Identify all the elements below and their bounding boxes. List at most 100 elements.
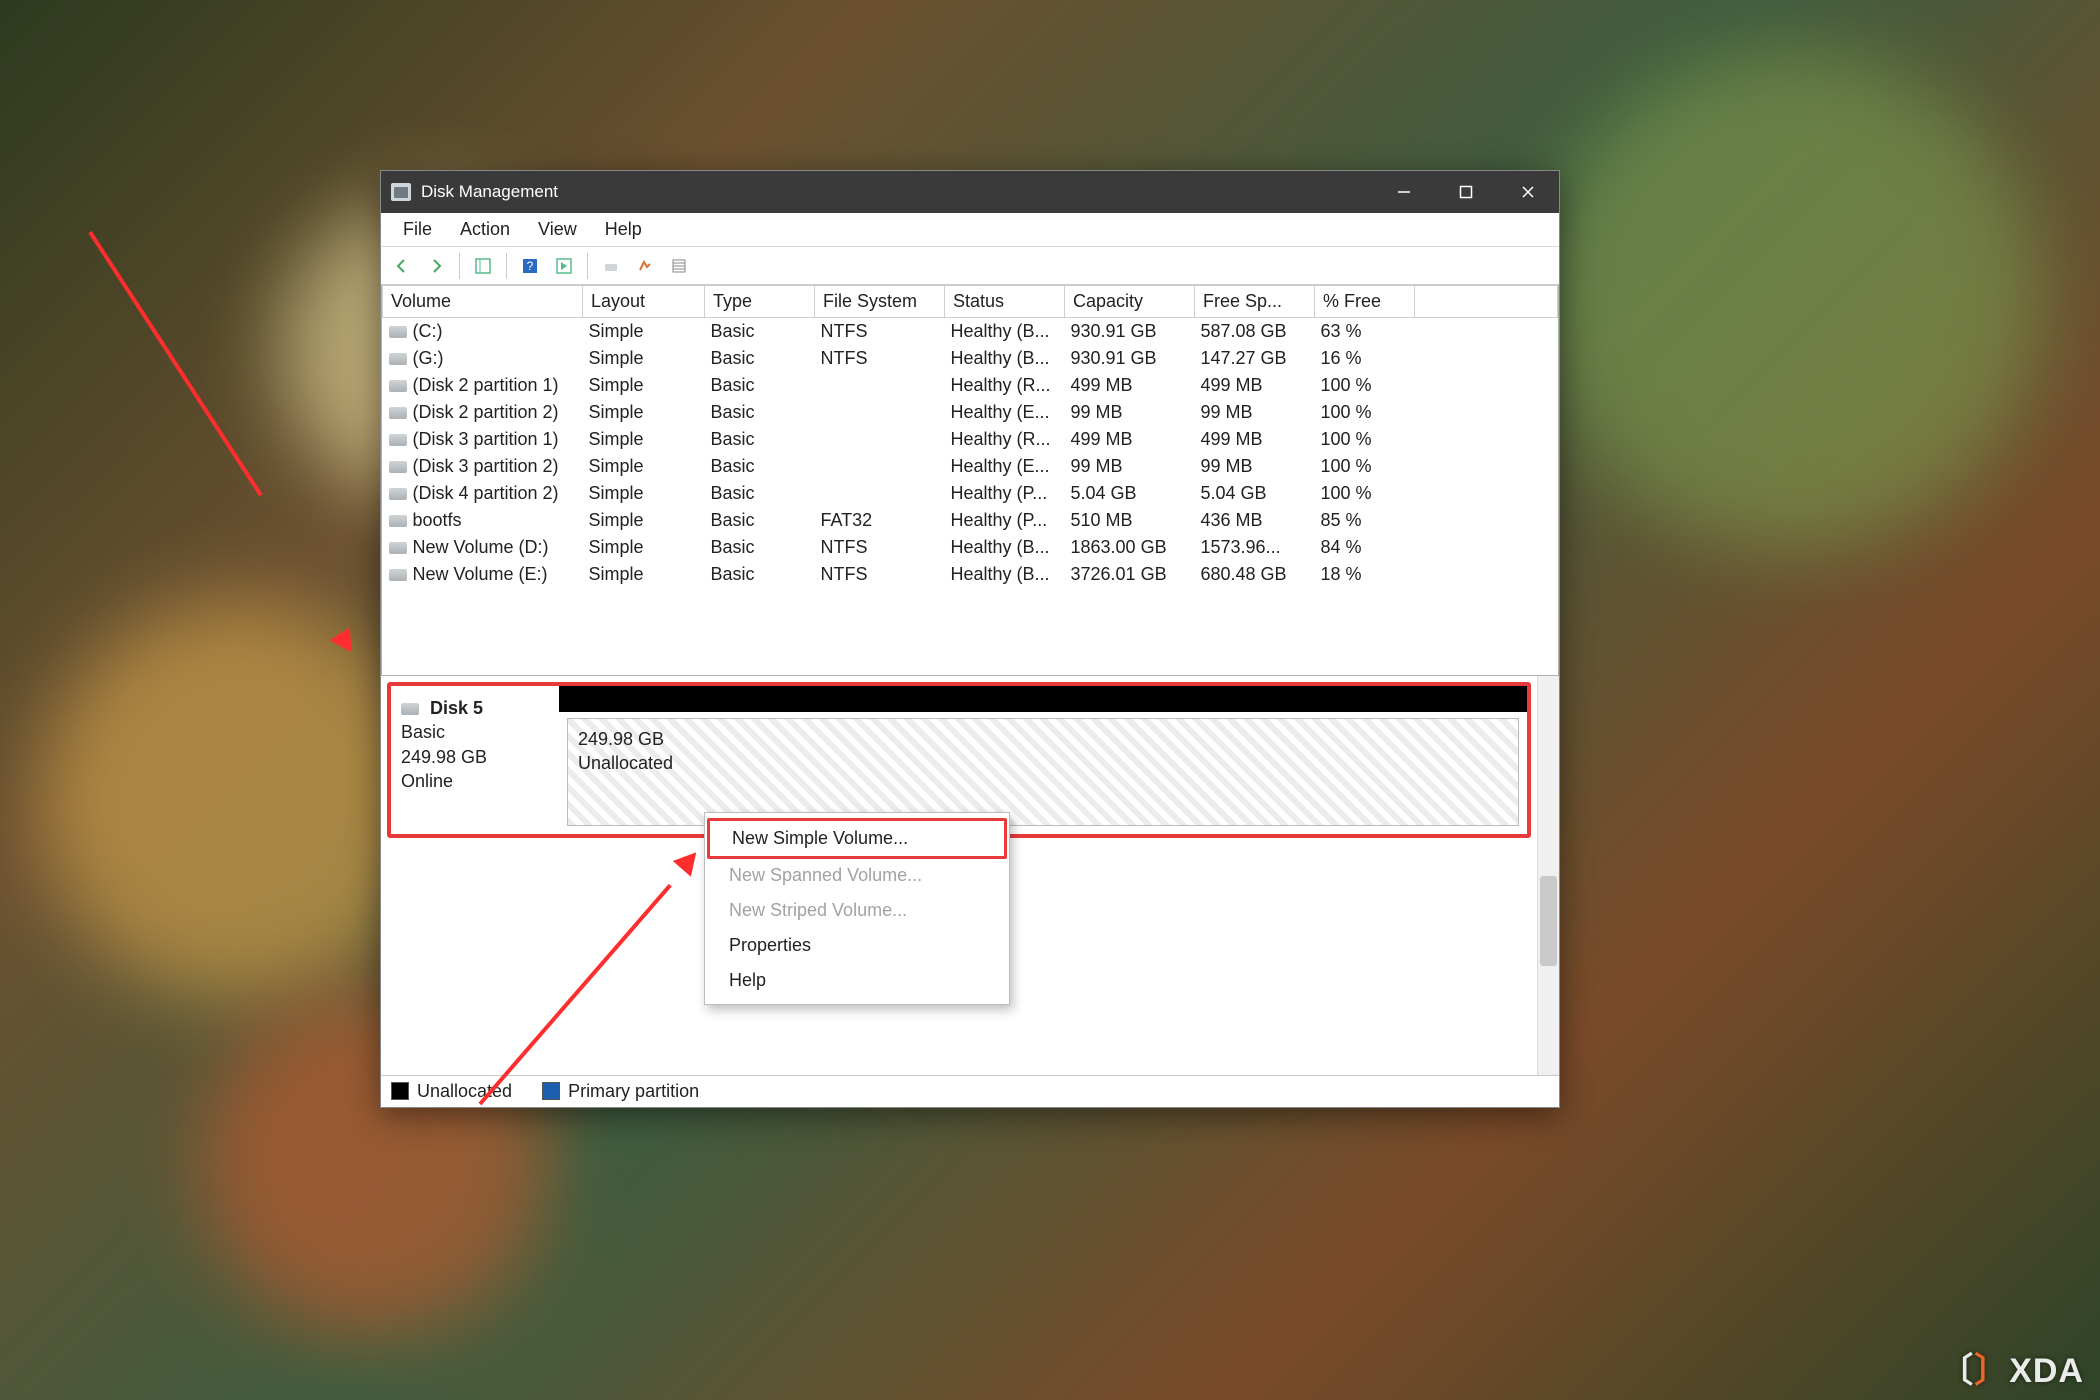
volume-row[interactable]: (Disk 2 partition 2)SimpleBasicHealthy (… bbox=[383, 399, 1558, 426]
watermark: 〔〕XDA bbox=[1939, 1354, 2084, 1388]
volume-row[interactable]: (Disk 3 partition 1)SimpleBasicHealthy (… bbox=[383, 426, 1558, 453]
cell-name: (Disk 3 partition 2) bbox=[413, 456, 559, 476]
back-button[interactable] bbox=[387, 252, 417, 280]
cell-fs: NTFS bbox=[821, 537, 868, 557]
cell-name: bootfs bbox=[413, 510, 462, 530]
cell-pct: 100 % bbox=[1321, 483, 1372, 503]
settings-button[interactable] bbox=[596, 252, 626, 280]
cell-name: New Volume (D:) bbox=[413, 537, 549, 557]
menu-item-properties[interactable]: Properties bbox=[707, 928, 1007, 963]
cell-fs: NTFS bbox=[821, 348, 868, 368]
cell-status: Healthy (P... bbox=[951, 483, 1048, 503]
cell-type: Basic bbox=[711, 537, 755, 557]
menu-item-help[interactable]: Help bbox=[707, 963, 1007, 998]
refresh-button[interactable] bbox=[549, 252, 579, 280]
column-layout[interactable]: Layout bbox=[583, 286, 705, 318]
cell-free: 499 MB bbox=[1201, 429, 1263, 449]
cell-pct: 85 % bbox=[1321, 510, 1362, 530]
volume-row[interactable]: (Disk 2 partition 1)SimpleBasicHealthy (… bbox=[383, 372, 1558, 399]
show-hide-console-button[interactable] bbox=[468, 252, 498, 280]
cell-cap: 5.04 GB bbox=[1071, 483, 1137, 503]
menu-action[interactable]: Action bbox=[446, 215, 524, 244]
cell-free: 147.27 GB bbox=[1201, 348, 1287, 368]
column-free-sp-[interactable]: Free Sp... bbox=[1195, 286, 1315, 318]
column-volume[interactable]: Volume bbox=[383, 286, 583, 318]
cell-status: Healthy (P... bbox=[951, 510, 1048, 530]
cell-pct: 18 % bbox=[1321, 564, 1362, 584]
volume-row[interactable]: (G:)SimpleBasicNTFSHealthy (B...930.91 G… bbox=[383, 345, 1558, 372]
forward-button[interactable] bbox=[421, 252, 451, 280]
help-button[interactable]: ? bbox=[515, 252, 545, 280]
cell-name: (Disk 3 partition 1) bbox=[413, 429, 559, 449]
cell-type: Basic bbox=[711, 375, 755, 395]
svg-text:?: ? bbox=[527, 259, 534, 273]
disk-name: Disk 5 bbox=[430, 698, 483, 718]
context-menu: New Simple Volume...New Spanned Volume..… bbox=[704, 812, 1010, 1005]
toolbar: ? bbox=[381, 247, 1559, 285]
cell-name: (Disk 2 partition 1) bbox=[413, 375, 559, 395]
cell-fs: NTFS bbox=[821, 564, 868, 584]
region-header-bar bbox=[559, 686, 1527, 712]
cell-cap: 510 MB bbox=[1071, 510, 1133, 530]
cell-layout: Simple bbox=[589, 510, 644, 530]
menu-item-new-striped-volume: New Striped Volume... bbox=[707, 893, 1007, 928]
cell-layout: Simple bbox=[589, 429, 644, 449]
volume-row[interactable]: (Disk 4 partition 2)SimpleBasicHealthy (… bbox=[383, 480, 1558, 507]
legend-item-primary: Primary partition bbox=[542, 1081, 699, 1102]
volume-row[interactable]: (C:)SimpleBasicNTFSHealthy (B...930.91 G… bbox=[383, 318, 1558, 346]
column--free[interactable]: % Free bbox=[1315, 286, 1415, 318]
cell-pct: 100 % bbox=[1321, 402, 1372, 422]
cell-type: Basic bbox=[711, 564, 755, 584]
cell-status: Healthy (R... bbox=[951, 429, 1051, 449]
disk-type: Basic bbox=[401, 722, 445, 742]
volume-row[interactable]: New Volume (D:)SimpleBasicNTFSHealthy (B… bbox=[383, 534, 1558, 561]
volume-row[interactable]: New Volume (E:)SimpleBasicNTFSHealthy (B… bbox=[383, 561, 1558, 588]
column-spacer[interactable] bbox=[1415, 286, 1558, 318]
menu-help[interactable]: Help bbox=[591, 215, 656, 244]
close-button[interactable] bbox=[1497, 171, 1559, 213]
cell-free: 5.04 GB bbox=[1201, 483, 1267, 503]
minimize-button[interactable] bbox=[1373, 171, 1435, 213]
volume-row[interactable]: bootfsSimpleBasicFAT32Healthy (P...510 M… bbox=[383, 507, 1558, 534]
cell-fs: FAT32 bbox=[821, 510, 873, 530]
titlebar[interactable]: Disk Management bbox=[381, 171, 1559, 213]
cell-free: 499 MB bbox=[1201, 375, 1263, 395]
cell-pct: 100 % bbox=[1321, 429, 1372, 449]
cell-layout: Simple bbox=[589, 321, 644, 341]
column-type[interactable]: Type bbox=[705, 286, 815, 318]
scrollbar[interactable] bbox=[1537, 676, 1559, 1075]
cell-layout: Simple bbox=[589, 537, 644, 557]
cell-name: (Disk 2 partition 2) bbox=[413, 402, 559, 422]
cell-pct: 100 % bbox=[1321, 456, 1372, 476]
cell-cap: 930.91 GB bbox=[1071, 321, 1157, 341]
drive-icon bbox=[389, 380, 407, 392]
cell-status: Healthy (R... bbox=[951, 375, 1051, 395]
cell-free: 680.48 GB bbox=[1201, 564, 1287, 584]
drive-icon bbox=[389, 353, 407, 365]
column-capacity[interactable]: Capacity bbox=[1065, 286, 1195, 318]
cell-status: Healthy (B... bbox=[951, 348, 1050, 368]
cell-type: Basic bbox=[711, 483, 755, 503]
column-file-system[interactable]: File System bbox=[815, 286, 945, 318]
menu-item-new-simple-volume[interactable]: New Simple Volume... bbox=[707, 818, 1007, 859]
cell-name: (G:) bbox=[413, 348, 444, 368]
maximize-button[interactable] bbox=[1435, 171, 1497, 213]
cell-cap: 499 MB bbox=[1071, 429, 1133, 449]
cell-cap: 499 MB bbox=[1071, 375, 1133, 395]
primary-swatch bbox=[542, 1082, 560, 1100]
drive-icon bbox=[389, 542, 407, 554]
menu-file[interactable]: File bbox=[389, 215, 446, 244]
volume-row[interactable]: (Disk 3 partition 2)SimpleBasicHealthy (… bbox=[383, 453, 1558, 480]
actions-button[interactable] bbox=[630, 252, 660, 280]
drive-icon bbox=[389, 488, 407, 500]
scrollbar-thumb[interactable] bbox=[1540, 876, 1557, 966]
cell-cap: 3726.01 GB bbox=[1071, 564, 1167, 584]
properties-button[interactable] bbox=[664, 252, 694, 280]
cell-type: Basic bbox=[711, 456, 755, 476]
annotation-arrow bbox=[88, 231, 262, 497]
disk-info: Disk 5 Basic 249.98 GB Online bbox=[391, 686, 559, 834]
column-status[interactable]: Status bbox=[945, 286, 1065, 318]
cell-layout: Simple bbox=[589, 456, 644, 476]
menu-view[interactable]: View bbox=[524, 215, 591, 244]
cell-pct: 100 % bbox=[1321, 375, 1372, 395]
